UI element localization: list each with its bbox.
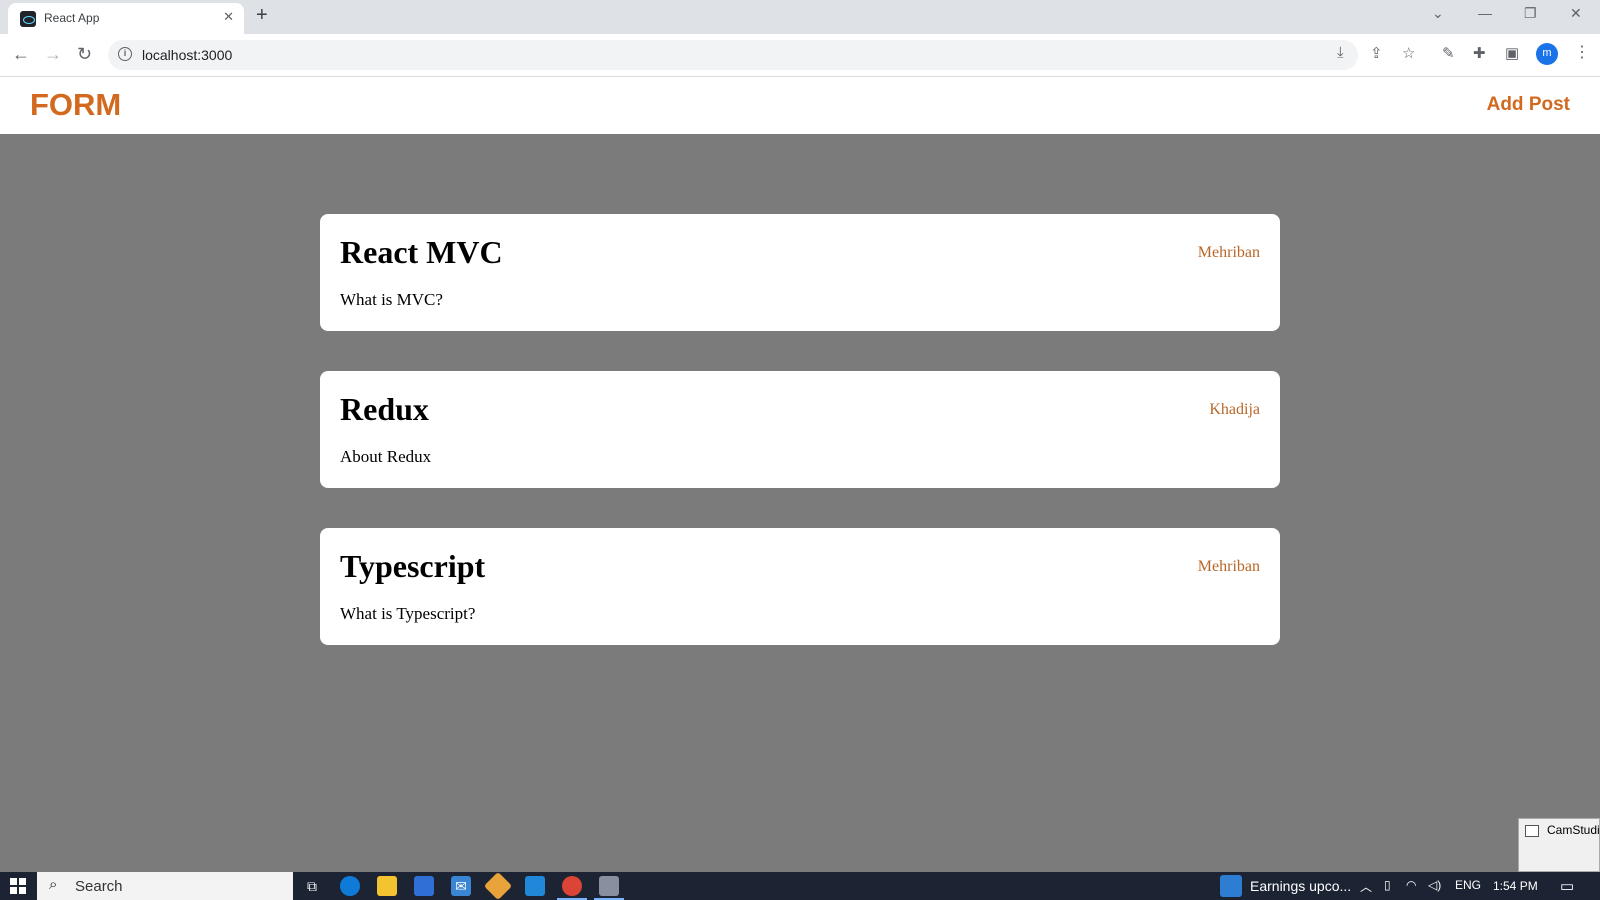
camstudio-icon bbox=[1525, 825, 1539, 837]
tab-title: React App bbox=[44, 11, 100, 25]
post-card[interactable]: Redux Khadija About Redux bbox=[320, 371, 1280, 488]
reload-icon[interactable]: ↻ bbox=[77, 44, 92, 65]
profile-avatar[interactable]: m bbox=[1536, 43, 1558, 65]
extensions-puzzle-icon[interactable]: ✚ bbox=[1473, 44, 1486, 62]
add-post-link[interactable]: Add Post bbox=[1487, 94, 1570, 116]
post-title: Redux bbox=[340, 391, 429, 427]
mail-icon[interactable]: ✉ bbox=[451, 876, 471, 896]
post-title: Typescript bbox=[340, 548, 486, 584]
extension-pen-icon[interactable]: ✎ bbox=[1442, 44, 1455, 62]
restore-icon[interactable]: ❐ bbox=[1524, 5, 1537, 22]
app-logo[interactable]: FORM bbox=[30, 87, 121, 123]
bookmark-star-icon[interactable]: ☆ bbox=[1402, 44, 1415, 62]
address-bar[interactable]: i localhost:3000 bbox=[108, 40, 1358, 70]
wifi-icon[interactable]: ◠ bbox=[1406, 878, 1416, 892]
store-icon[interactable] bbox=[414, 876, 434, 896]
taskbar-clock[interactable]: 1:54 PM bbox=[1493, 879, 1538, 893]
tray-device-icon[interactable]: ▯ bbox=[1384, 878, 1391, 892]
camstudio-taskbar-icon[interactable] bbox=[599, 876, 619, 896]
search-icon: ⌕ bbox=[49, 876, 58, 893]
post-author: Mehriban bbox=[1197, 558, 1260, 575]
git-icon[interactable] bbox=[483, 871, 513, 900]
camstudio-window[interactable]: CamStudio bbox=[1518, 818, 1600, 872]
volume-icon[interactable]: ◁) bbox=[1428, 878, 1441, 892]
site-info-icon[interactable]: i bbox=[118, 47, 132, 61]
notification-icon[interactable]: ▭ bbox=[1560, 877, 1574, 895]
browser-toolbar: ← → ↻ i localhost:3000 ⤓ ⇪ ☆ ✎ ✚ ▣ m ⋮ bbox=[0, 34, 1600, 77]
app-header: FORM Add Post bbox=[0, 77, 1600, 134]
news-widget-text[interactable]: Earnings upco... bbox=[1250, 878, 1351, 894]
tab-search-icon[interactable]: ⌄ bbox=[1432, 5, 1444, 22]
language-indicator[interactable]: ENG bbox=[1455, 878, 1481, 892]
post-title: React MVC bbox=[340, 234, 503, 270]
post-author: Khadija bbox=[1209, 401, 1260, 418]
url-text[interactable]: localhost:3000 bbox=[142, 47, 232, 63]
post-card[interactable]: Typescript Mehriban What is Typescript? bbox=[320, 528, 1280, 645]
forward-icon[interactable]: → bbox=[44, 44, 62, 65]
edge-browser-icon[interactable] bbox=[340, 876, 360, 896]
browser-tab-strip: React App ✕ + ⌄ — ❐ ✕ bbox=[0, 0, 1600, 34]
back-icon[interactable]: ← bbox=[12, 44, 30, 65]
camstudio-title: CamStudio bbox=[1547, 823, 1600, 837]
install-icon[interactable]: ⤓ bbox=[1337, 44, 1344, 61]
react-favicon-icon bbox=[20, 11, 36, 27]
windows-start-icon[interactable] bbox=[10, 878, 26, 894]
task-view-icon[interactable]: ⧉ bbox=[302, 876, 322, 896]
news-widget-icon[interactable] bbox=[1220, 875, 1242, 897]
chrome-icon[interactable] bbox=[562, 876, 582, 896]
tray-chevron-icon[interactable]: ︿ bbox=[1360, 878, 1372, 895]
new-tab-button[interactable]: + bbox=[256, 4, 268, 27]
tab-close-icon[interactable]: ✕ bbox=[223, 9, 234, 25]
browser-tab[interactable]: React App ✕ bbox=[8, 3, 244, 34]
minimize-icon[interactable]: — bbox=[1478, 5, 1492, 21]
post-body: About Redux bbox=[340, 447, 432, 466]
vscode-icon[interactable] bbox=[525, 876, 545, 896]
taskbar-search-label: Search bbox=[75, 878, 123, 895]
close-window-icon[interactable]: ✕ bbox=[1570, 5, 1582, 22]
post-body: What is Typescript? bbox=[340, 604, 476, 623]
file-explorer-icon[interactable] bbox=[377, 876, 397, 896]
post-body: What is MVC? bbox=[340, 290, 443, 309]
windows-taskbar: ⌕ Search ⧉ ✉ Earnings upco... ︿ ▯ ◠ ◁) E… bbox=[0, 871, 1600, 900]
side-panel-icon[interactable]: ▣ bbox=[1505, 44, 1519, 62]
share-icon[interactable]: ⇪ bbox=[1370, 44, 1383, 62]
post-card[interactable]: React MVC Mehriban What is MVC? bbox=[320, 214, 1280, 331]
post-author: Mehriban bbox=[1197, 244, 1260, 261]
browser-menu-icon[interactable]: ⋮ bbox=[1574, 42, 1590, 62]
taskbar-search[interactable]: ⌕ Search bbox=[37, 872, 293, 900]
